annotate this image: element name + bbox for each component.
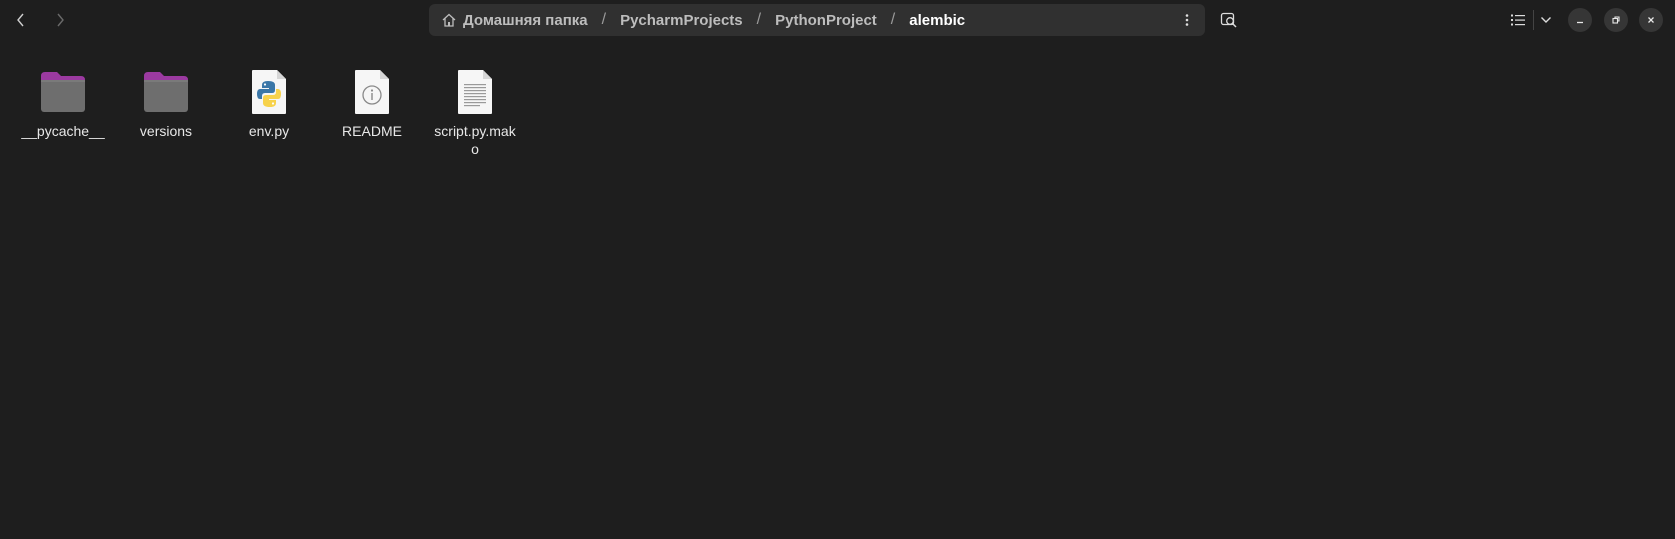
- folder-icon: [37, 66, 89, 118]
- file-item-env-py[interactable]: env.py: [223, 66, 315, 140]
- chevron-right-icon: [57, 13, 64, 27]
- minimize-button[interactable]: [1568, 8, 1592, 32]
- header-bar: Домашняя папка / PycharmProjects / Pytho…: [0, 0, 1675, 40]
- back-button[interactable]: [7, 6, 35, 34]
- view-options-button[interactable]: [1536, 6, 1556, 34]
- chevron-left-icon: [17, 13, 24, 27]
- breadcrumb-label: Домашняя папка: [463, 11, 588, 29]
- close-button[interactable]: [1639, 8, 1663, 32]
- file-name: __pycache__: [21, 123, 105, 139]
- breadcrumb-pycharmprojects[interactable]: PycharmProjects: [620, 4, 743, 36]
- path-menu-button[interactable]: [1175, 8, 1199, 32]
- file-grid: __pycache__ versions env.py README scrip…: [0, 40, 1675, 539]
- minimize-icon: [1577, 21, 1583, 24]
- file-item-script-py-mako[interactable]: script.py.mako: [429, 66, 521, 158]
- home-icon: [441, 12, 457, 28]
- forward-button[interactable]: [46, 6, 74, 34]
- file-item-pycache[interactable]: __pycache__: [17, 66, 109, 140]
- search-button[interactable]: [1215, 6, 1243, 34]
- restore-icon: [1612, 16, 1620, 24]
- breadcrumb-label: alembic: [909, 11, 966, 29]
- file-item-readme[interactable]: README: [326, 66, 418, 140]
- maximize-button[interactable]: [1604, 8, 1628, 32]
- file-name: script.py.mako: [434, 123, 516, 157]
- breadcrumb-label: PycharmProjects: [620, 11, 743, 29]
- path-bar: Домашняя папка / PycharmProjects / Pytho…: [429, 4, 1205, 36]
- breadcrumb-separator: /: [601, 11, 607, 28]
- close-icon: [1648, 17, 1654, 23]
- file-name: versions: [139, 123, 193, 139]
- list-view-icon: [1511, 14, 1525, 26]
- breadcrumb-alembic[interactable]: alembic: [909, 4, 965, 36]
- folder-icon: [140, 66, 192, 118]
- breadcrumb-pythonproject[interactable]: PythonProject: [775, 4, 877, 36]
- search-icon: [1220, 12, 1237, 28]
- vertical-dots-icon: [1185, 14, 1189, 26]
- breadcrumb-label: PythonProject: [775, 11, 877, 29]
- breadcrumb-separator: /: [890, 11, 896, 28]
- breadcrumb-separator: /: [756, 11, 762, 28]
- file-name: env.py: [248, 123, 290, 139]
- breadcrumb-home[interactable]: Домашняя папка: [441, 4, 588, 36]
- python-file-icon: [243, 66, 295, 118]
- chevron-down-icon: [1541, 17, 1551, 23]
- toolbar-divider: [1533, 10, 1534, 30]
- text-file-icon: [449, 66, 501, 118]
- file-item-versions[interactable]: versions: [120, 66, 212, 140]
- info-file-icon: [346, 66, 398, 118]
- view-toggle-button[interactable]: [1506, 6, 1530, 34]
- file-name: README: [342, 123, 402, 139]
